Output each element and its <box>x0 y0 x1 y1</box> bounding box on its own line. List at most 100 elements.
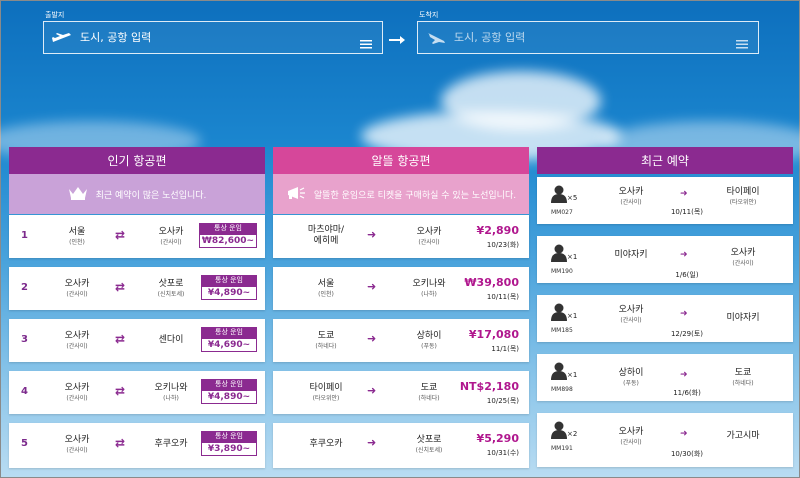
destination-city: 상하이 (푸동) <box>416 331 442 350</box>
origin-city: 후쿠오카 <box>309 439 343 449</box>
popular-subtitle-bar: 최근 예약이 많은 노선입니다. <box>9 174 265 214</box>
deal-route-card[interactable]: 도쿄 (하네다) ➜ 상하이 (푸동) ¥17,080 11/1(목) <box>273 319 529 362</box>
arrow-right-icon: ➜ <box>367 280 377 293</box>
passenger-count: ×1 <box>567 371 578 379</box>
arrow-right-icon: ➜ <box>680 429 688 439</box>
passenger-count: ×1 <box>567 253 578 261</box>
popular-route-card[interactable]: 1 서울 (인천) ⇄ 오사카 (간사이) 통상 운임 ₩82,600~ <box>9 215 265 258</box>
deal-price: ₩39,800 <box>464 276 519 289</box>
deal-date: 10/23(화) <box>486 241 519 249</box>
destination-city: 오사카 (간사이) <box>416 227 442 246</box>
rank-number: 1 <box>21 230 28 241</box>
list-icon[interactable] <box>360 34 372 53</box>
origin-city: 상하이 (푸동) <box>618 368 644 387</box>
deal-price: ¥2,890 <box>476 224 519 237</box>
origin-city: 미야자키 <box>614 250 648 260</box>
deal-price: ¥17,080 <box>468 328 519 341</box>
deal-price: NT$2,180 <box>459 380 519 393</box>
arrow-right-icon: ➜ <box>367 436 377 449</box>
arrival-field[interactable] <box>417 21 759 54</box>
arrow-right-icon: ➜ <box>680 309 688 319</box>
origin-city: 마츠야마/ 에히메 <box>307 225 345 246</box>
deal-route-card[interactable]: 타이페이 (타오위안) ➜ 도쿄 (하네다) NT$2,180 10/25(목) <box>273 371 529 414</box>
deal-route-card[interactable]: 서울 (인천) ➜ 오키나와 (나하) ₩39,800 10/11(목) <box>273 267 529 310</box>
booking-date: 12/29(토) <box>670 330 704 338</box>
deal-date: 11/1(목) <box>491 345 519 353</box>
destination-city: 타이페이 (타오위안) <box>726 187 760 206</box>
deal-date: 10/31(수) <box>486 449 519 457</box>
fare-badge: 통상 운임 ¥4,890~ <box>201 379 257 404</box>
popular-route-card[interactable]: 3 오사카 (간사이) ⇄ 센다이 통상 운임 ¥4,690~ <box>9 319 265 362</box>
flight-code: MM898 <box>551 386 573 393</box>
deals-title: 알뜰 항공편 <box>273 147 529 174</box>
origin-city: 오사카 (간사이) <box>618 427 644 446</box>
recent-panel: 최근 예약 <box>537 147 793 174</box>
arrival-input[interactable] <box>454 31 704 44</box>
recent-booking-card[interactable]: ×5 MM027 오사카 (간사이) ➜ 타이페이 (타오위안) 10/11(목) <box>537 177 793 224</box>
recent-title: 최근 예약 <box>537 147 793 174</box>
arrow-right-icon: ➜ <box>367 384 377 397</box>
destination-city: 미야자키 <box>726 313 760 323</box>
destination-city: 오사카 (간사이) <box>158 227 184 246</box>
popular-route-card[interactable]: 4 오사카 (간사이) ⇄ 오키나와 (나하) 통상 운임 ¥4,890~ <box>9 371 265 414</box>
deal-date: 10/25(목) <box>486 397 519 405</box>
deal-price: ¥5,290 <box>476 432 519 445</box>
fare-badge: 통상 운임 ¥3,890~ <box>201 431 257 456</box>
recent-booking-card[interactable]: ×1 MM185 오사카 (간사이) ➜ 미야자키 12/29(토) <box>537 295 793 342</box>
rank-number: 5 <box>21 438 28 449</box>
arrow-right-icon: ➜ <box>367 228 377 241</box>
destination-city: 센다이 <box>158 335 184 345</box>
origin-city: 타이페이 (타오위안) <box>309 383 343 402</box>
arrow-right-icon: ➜ <box>680 189 688 199</box>
right-arrow-icon <box>389 31 405 50</box>
search-bar: 출발지 도착지 <box>1 1 800 81</box>
origin-city: 오사카 (간사이) <box>64 383 90 402</box>
destination-city: 도쿄 (하네다) <box>418 383 440 402</box>
list-icon[interactable] <box>736 34 748 53</box>
rank-number: 4 <box>21 386 28 397</box>
destination-city: 오키나와 (나하) <box>412 279 446 298</box>
passenger-count: ×1 <box>567 312 578 320</box>
fare-badge: 통상 운임 ¥4,690~ <box>201 327 257 352</box>
destination-city: 가고시마 <box>726 431 760 441</box>
recent-booking-card[interactable]: ×2 MM191 오사카 (간사이) ➜ 가고시마 10/30(화) <box>537 413 793 467</box>
person-icon <box>551 362 567 380</box>
recent-booking-card[interactable]: ×1 MM190 미야자키 ➜ 오사카 (간사이) 1/6(일) <box>537 236 793 283</box>
origin-city: 오사카 (간사이) <box>64 279 90 298</box>
person-icon <box>551 421 567 439</box>
person-icon <box>551 244 567 262</box>
popular-route-card[interactable]: 5 오사카 (간사이) ⇄ 후쿠오카 통상 운임 ¥3,890~ <box>9 423 265 468</box>
deal-route-card[interactable]: 마츠야마/ 에히메 ➜ 오사카 (간사이) ¥2,890 10/23(화) <box>273 215 529 258</box>
person-icon <box>551 185 567 203</box>
deals-subtitle: 알뜰한 운임으로 티켓을 구매하실 수 있는 노선입니다. <box>313 190 517 201</box>
origin-city: 서울 (인천) <box>68 227 86 246</box>
fare-badge: 통상 운임 ₩82,600~ <box>199 223 257 248</box>
flight-code: MM191 <box>551 445 573 452</box>
popular-subtitle: 최근 예약이 많은 노선입니다. <box>95 190 207 201</box>
popular-route-card[interactable]: 2 오사카 (간사이) ⇄ 삿포로 (신치토세) 통상 운임 ¥4,890~ <box>9 267 265 310</box>
swap-icon: ⇄ <box>115 332 126 346</box>
popular-panel: 인기 항공편 최근 예약이 많은 노선입니다. <box>9 147 265 214</box>
deal-date: 10/11(목) <box>486 293 519 301</box>
flight-code: MM185 <box>551 327 573 334</box>
landing-icon <box>424 31 448 45</box>
popular-title: 인기 항공편 <box>9 147 265 174</box>
arrow-right-icon: ➜ <box>680 370 688 380</box>
destination-city: 오사카 (간사이) <box>730 248 756 267</box>
origin-city: 오사카 (간사이) <box>64 331 90 350</box>
destination-city: 후쿠오카 <box>154 439 188 449</box>
swap-icon: ⇄ <box>115 228 126 242</box>
departure-input[interactable] <box>80 31 330 44</box>
deal-route-card[interactable]: 후쿠오카 ➜ 삿포로 (신치토세) ¥5,290 10/31(수) <box>273 423 529 468</box>
passenger-count: ×2 <box>567 430 578 438</box>
origin-city: 오사카 (간사이) <box>618 187 644 206</box>
arrow-right-icon: ➜ <box>367 332 377 345</box>
flight-code: MM190 <box>551 268 573 275</box>
booking-date: 10/11(목) <box>670 208 704 216</box>
swap-icon: ⇄ <box>115 436 126 450</box>
booking-date: 11/6(화) <box>673 389 701 397</box>
departure-field[interactable] <box>43 21 383 54</box>
recent-booking-card[interactable]: ×1 MM898 상하이 (푸동) ➜ 도쿄 (하네다) 11/6(화) <box>537 354 793 401</box>
arrival-label: 도착지 <box>419 11 439 19</box>
megaphone-icon <box>286 186 306 203</box>
